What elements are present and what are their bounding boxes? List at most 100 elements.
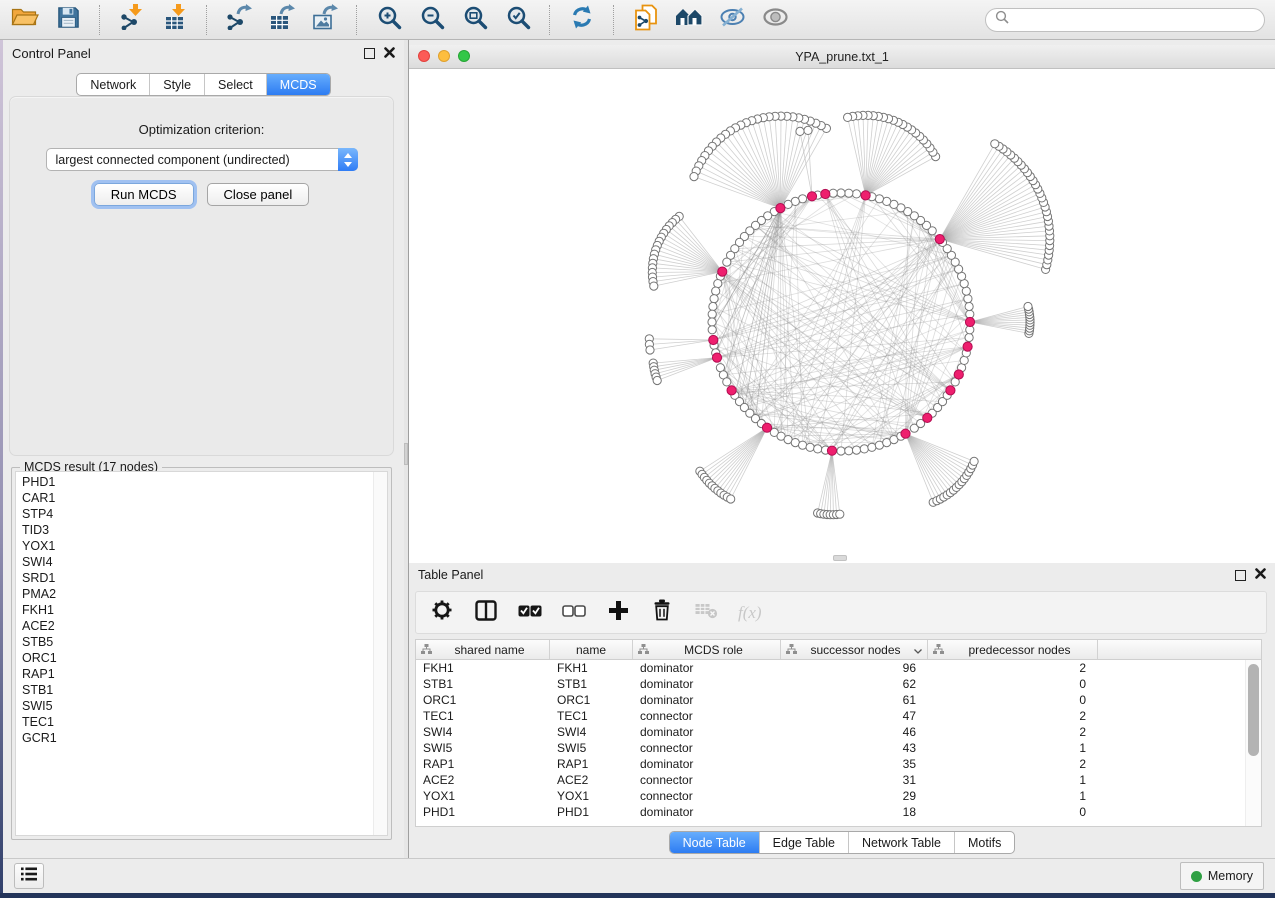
network-node[interactable] [708,326,716,334]
mcds-result-item[interactable]: TID3 [16,522,373,538]
optimization-criterion-select[interactable]: largest connected component (undirected) [46,148,358,171]
network-node[interactable] [714,280,722,288]
table-row[interactable]: YOX1YOX1connector291 [416,788,1246,804]
column-header-shared-name[interactable]: shared name [416,640,550,659]
close-window-icon[interactable] [418,50,430,62]
export-image-button[interactable] [310,5,340,35]
network-node[interactable] [723,378,731,386]
network-node[interactable] [970,457,978,465]
network-node[interactable] [875,195,883,203]
tab-select[interactable]: Select [204,74,266,95]
network-node[interactable] [844,113,852,121]
first-neighbors-button[interactable] [674,5,704,35]
network-node[interactable] [727,495,735,503]
mcds-result-item[interactable]: STB1 [16,682,373,698]
network-node[interactable] [965,302,973,310]
mcds-hub-node[interactable] [709,335,718,344]
network-node[interactable] [653,376,661,384]
network-node[interactable] [837,447,845,455]
import-network-button[interactable] [117,5,147,35]
network-node[interactable] [710,295,718,303]
zoom-fit-button[interactable] [460,5,490,35]
mcds-hub-node[interactable] [954,370,963,379]
table-settings-button[interactable] [430,601,454,625]
table-scrollbar[interactable] [1245,660,1261,826]
table-row[interactable]: FKH1FKH1dominator962 [416,660,1246,676]
mcds-result-item[interactable]: RAP1 [16,666,373,682]
network-node[interactable] [868,443,876,451]
show-all-button[interactable] [760,5,790,35]
zoom-in-button[interactable] [374,5,404,35]
network-node[interactable] [860,445,868,453]
network-node[interactable] [960,356,968,364]
mcds-result-item[interactable]: STP4 [16,506,373,522]
mcds-hub-node[interactable] [727,386,736,395]
new-network-from-selection-button[interactable] [631,5,661,35]
network-node[interactable] [1024,302,1032,310]
search-field[interactable] [1014,12,1255,28]
network-node[interactable] [965,333,973,341]
mcds-hub-node[interactable] [807,192,816,201]
mcds-hub-node[interactable] [827,446,836,455]
network-node[interactable] [845,189,853,197]
zoom-selected-button[interactable] [503,5,533,35]
create-column-button[interactable] [606,601,630,625]
network-node[interactable] [799,441,807,449]
export-table-button[interactable] [267,5,297,35]
table-row[interactable]: SWI4SWI4dominator462 [416,724,1246,740]
refresh-layout-button[interactable] [567,5,597,35]
network-node[interactable] [709,302,717,310]
network-node[interactable] [962,287,970,295]
tab-mcds[interactable]: MCDS [266,74,330,95]
select-all-columns-button[interactable] [518,601,542,625]
close-panel-icon[interactable] [1255,568,1266,582]
float-panel-icon[interactable] [1235,570,1246,581]
table-row[interactable]: PHD1PHD1dominator180 [416,804,1246,820]
mcds-hub-node[interactable] [901,429,910,438]
mcds-hub-node[interactable] [935,235,944,244]
table-row[interactable]: ORC1ORC1dominator610 [416,692,1246,708]
network-node[interactable] [804,126,812,134]
network-node[interactable] [690,173,698,181]
float-panel-icon[interactable] [364,48,375,59]
column-header-predecessor-nodes[interactable]: predecessor nodes [928,640,1098,659]
zoom-out-button[interactable] [417,5,447,35]
export-network-button[interactable] [224,5,254,35]
network-node[interactable] [845,447,853,455]
mcds-result-item[interactable]: ACE2 [16,618,373,634]
network-node[interactable] [814,445,822,453]
tab-style[interactable]: Style [149,74,204,95]
table-row[interactable]: RAP1RAP1dominator352 [416,756,1246,772]
table-row[interactable]: TEC1TEC1connector472 [416,708,1246,724]
mcds-result-item[interactable]: PMA2 [16,586,373,602]
mcds-result-scrollbar[interactable] [373,472,387,835]
tab-edge-table[interactable]: Edge Table [759,832,848,853]
network-node[interactable] [650,282,658,290]
mcds-hub-node[interactable] [821,189,830,198]
tab-network[interactable]: Network [77,74,149,95]
network-node[interactable] [852,190,860,198]
scrollbar-thumb[interactable] [1248,664,1259,756]
network-canvas[interactable] [409,69,1275,564]
close-panel-button[interactable]: Close panel [207,183,310,206]
unselect-all-columns-button[interactable] [562,601,586,625]
mcds-result-item[interactable]: YOX1 [16,538,373,554]
network-node[interactable] [837,189,845,197]
mcds-hub-node[interactable] [963,342,972,351]
maximize-window-icon[interactable] [458,50,470,62]
mcds-hub-node[interactable] [712,353,721,362]
memory-button[interactable]: Memory [1180,862,1264,890]
table-row[interactable]: ACE2ACE2connector311 [416,772,1246,788]
mcds-hub-node[interactable] [762,423,771,432]
mcds-result-item[interactable]: GCR1 [16,730,373,746]
mcds-hub-node[interactable] [776,204,785,213]
mcds-result-item[interactable]: SRD1 [16,570,373,586]
run-mcds-button[interactable]: Run MCDS [94,183,194,206]
search-input[interactable] [985,8,1265,32]
close-panel-icon[interactable] [384,46,395,61]
mcds-result-item[interactable]: SWI4 [16,554,373,570]
open-file-button[interactable] [10,5,40,35]
network-node[interactable] [708,310,716,318]
network-node[interactable] [646,346,654,354]
mcds-result-item[interactable]: SWI5 [16,698,373,714]
